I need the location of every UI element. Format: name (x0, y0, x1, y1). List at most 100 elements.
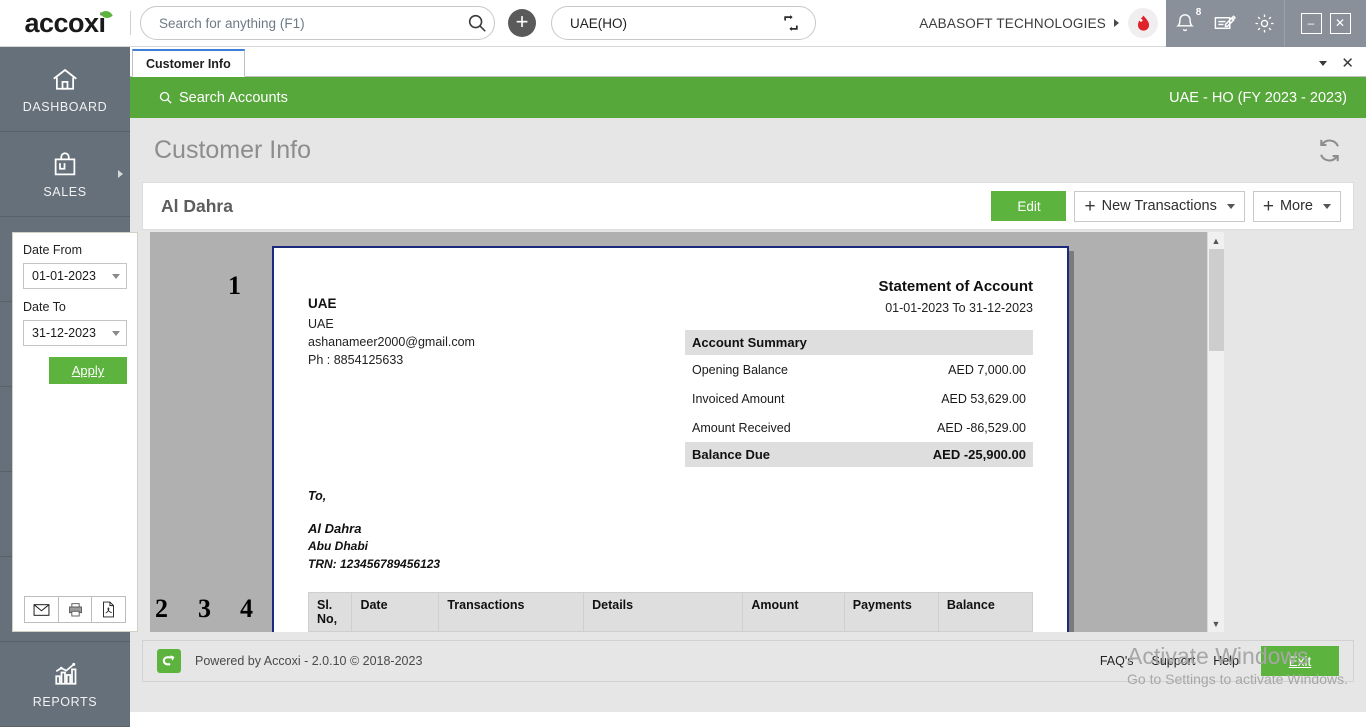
footer-link-help[interactable]: Help (1213, 654, 1239, 668)
window-controls: – ✕ (1284, 0, 1366, 47)
scroll-down-arrow-icon[interactable]: ▼ (1208, 615, 1224, 632)
callout-3: 3 (198, 594, 211, 623)
chevron-right-icon (118, 170, 123, 178)
statement-company-block: UAE UAE ashanameer2000@gmail.com Ph : 88… (308, 278, 685, 467)
customer-actions: Edit + New Transactions + More (991, 190, 1341, 222)
refresh-icon[interactable] (1315, 136, 1344, 165)
recipient-city: Abu Dhabi (308, 539, 368, 553)
tab-label: Customer Info (146, 56, 231, 71)
summary-row: Invoiced Amount AED 53,629.00 (685, 384, 1033, 413)
summary-row: Amount Received AED -86,529.00 (685, 413, 1033, 442)
new-transactions-button[interactable]: + New Transactions (1074, 190, 1245, 222)
fiscal-year-label: UAE - HO (FY 2023 - 2023) (1169, 89, 1347, 106)
footer-link-faqs[interactable]: FAQ's (1100, 654, 1134, 668)
footer-link-support[interactable]: Support (1152, 654, 1196, 668)
message-icon[interactable] (1213, 12, 1236, 35)
column-transactions: Transactions (438, 592, 585, 632)
scroll-up-arrow-icon[interactable]: ▲ (1208, 232, 1224, 249)
cell-payments: 0.00 (843, 631, 939, 632)
recipient-trn: TRN: 123456789456123 (308, 557, 441, 571)
apply-label: Apply (71, 363, 105, 378)
chevron-right-icon (1114, 19, 1119, 27)
balance-due-row: Balance Due AED -25,900.00 (685, 442, 1033, 467)
green-bar: Search Accounts UAE - HO (FY 2023 - 2023… (130, 77, 1366, 118)
company-phone: Ph : 8854125633 (308, 353, 404, 367)
filter-panel: Date From 01-01-2023 Date To 31-12-2023 … (12, 232, 138, 632)
minimize-button[interactable]: – (1300, 12, 1322, 34)
summary-value: AED 7,000.00 (948, 363, 1026, 377)
pdf-icon[interactable] (92, 597, 125, 622)
chevron-down-icon (112, 273, 120, 279)
summary-label: Opening Balance (692, 363, 788, 377)
column-amount: Amount (742, 592, 845, 632)
callout-2: 2 (155, 594, 168, 623)
sidebar-item-label: DASHBOARD (22, 99, 108, 114)
date-to-value: 31-12-2023 (32, 326, 96, 340)
date-from-label: Date From (23, 243, 83, 257)
table-row: 1 01-Jan-2023 Opening Balance 7,000.00 0… (307, 631, 1034, 632)
callout-4: 4 (240, 594, 253, 623)
edit-button[interactable]: Edit (991, 191, 1067, 221)
footer-bar: Powered by Accoxi - 2.0.10 © 2018-2023 F… (142, 640, 1354, 682)
logo-text: accoxi (24, 7, 106, 38)
tab-close-icon[interactable]: ✕ (1341, 54, 1354, 72)
branch-name: UAE(HO) (570, 15, 627, 31)
plus-icon: + (1084, 195, 1096, 217)
sidebar-item-sales[interactable]: SALES (0, 132, 130, 217)
exit-button[interactable]: Exit (1261, 646, 1339, 676)
statement-header: UAE UAE ashanameer2000@gmail.com Ph : 88… (308, 278, 1033, 467)
close-button[interactable]: ✕ (1329, 12, 1351, 34)
add-new-button[interactable]: + (508, 9, 536, 37)
sidebar-item-dashboard[interactable]: DASHBOARD (0, 47, 130, 132)
cell-sl-no: 1 (307, 631, 353, 632)
summary-value: AED 53,629.00 (941, 392, 1026, 406)
global-search-box[interactable] (140, 6, 495, 40)
gear-icon[interactable] (1253, 12, 1276, 35)
search-accounts-button[interactable]: Search Accounts (158, 90, 288, 106)
cell-balance: 7,000.00 (937, 631, 1034, 632)
branch-selector[interactable]: UAE(HO) (551, 6, 816, 40)
search-input[interactable] (159, 15, 466, 31)
print-icon[interactable] (59, 597, 93, 622)
balance-due-value: AED -25,900.00 (932, 447, 1026, 462)
account-summary-header: Account Summary (685, 330, 1033, 355)
email-icon[interactable] (25, 597, 59, 622)
tab-tools: ✕ (1319, 54, 1366, 76)
apply-button[interactable]: Apply (49, 357, 127, 384)
tab-list-dropdown-icon[interactable] (1319, 60, 1328, 66)
system-icons: 8 (1166, 0, 1284, 47)
switch-branch-icon[interactable] (781, 13, 801, 33)
exit-label: Exit (1288, 653, 1312, 669)
bottom-strip (130, 712, 1366, 727)
search-icon (159, 91, 172, 104)
company-email: ashanameer2000@gmail.com (308, 335, 475, 349)
statement-title: Statement of Account (878, 278, 1033, 295)
search-icon[interactable] (466, 12, 488, 34)
bell-icon[interactable]: 8 (1174, 7, 1201, 34)
shopping-bag-icon (54, 151, 76, 175)
sidebar-item-reports[interactable]: REPORTS (0, 642, 130, 727)
to-label: To, (308, 489, 327, 503)
sidebar-item-label: REPORTS (32, 694, 98, 709)
tab-customer-info[interactable]: Customer Info (132, 49, 245, 77)
column-payments: Payments (843, 592, 939, 632)
date-to-input[interactable]: 31-12-2023 (23, 320, 127, 346)
document-viewer: UAE UAE ashanameer2000@gmail.com Ph : 88… (150, 232, 1224, 632)
table-header-row: Sl. No, Date Transactions Details Amount… (307, 592, 1034, 632)
company-menu[interactable]: AABASOFT TECHNOLOGIES (919, 0, 1166, 47)
vertical-scrollbar[interactable]: ▲ ▼ (1207, 232, 1224, 632)
footer-links: FAQ's Support Help (1100, 654, 1239, 668)
callout-1: 1 (228, 271, 241, 300)
more-button[interactable]: + More (1252, 190, 1341, 222)
avatar[interactable] (1128, 8, 1158, 38)
date-from-input[interactable]: 01-01-2023 (23, 263, 127, 289)
page-title: Customer Info (154, 135, 312, 164)
recipient-name: Al Dahra (308, 521, 362, 536)
notification-badge: 8 (1195, 7, 1202, 18)
search-accounts-label: Search Accounts (179, 89, 288, 106)
scrollbar-thumb[interactable] (1209, 249, 1224, 351)
plus-icon: + (1262, 195, 1274, 217)
company-name: UAE (308, 296, 337, 311)
app-logo: accoxi (0, 0, 130, 47)
summary-row: Opening Balance AED 7,000.00 (685, 355, 1033, 384)
